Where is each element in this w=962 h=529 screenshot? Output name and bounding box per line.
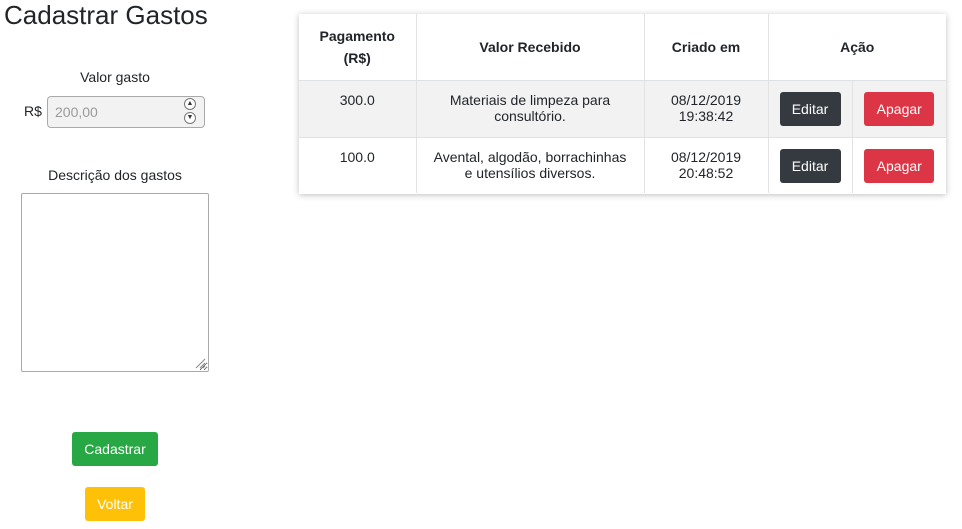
header-criado: Criado em — [644, 14, 769, 81]
voltar-button[interactable]: Voltar — [85, 487, 145, 521]
editar-button[interactable]: Editar — [779, 91, 841, 126]
header-acao: Ação — [768, 14, 946, 81]
descricao-label: Descrição dos gastos — [48, 167, 182, 183]
cell-valor-line1: Materiais de limpeza para — [449, 91, 611, 108]
descricao-textarea[interactable] — [21, 193, 209, 372]
cell-pagamento: 100.0 — [299, 136, 417, 193]
cell-edit: Editar — [768, 136, 853, 193]
apagar-button[interactable]: Apagar — [864, 148, 935, 183]
cell-valor: Materiais de limpeza para consultório. — [416, 79, 645, 137]
currency-prefix: R$ — [24, 103, 42, 119]
expenses-table: Pagamento (R$) Valor Recebido Criado em … — [299, 14, 946, 194]
table-header-row: Pagamento (R$) Valor Recebido Criado em … — [299, 14, 946, 81]
cell-delete: Apagar — [852, 136, 946, 193]
header-pagamento: Pagamento (R$) — [299, 14, 417, 81]
header-valor: Valor Recebido — [416, 14, 645, 81]
table-row: 100.0 Avental, algodão, borrachinhas e u… — [299, 136, 946, 193]
cell-valor-line2: e utensílios diversos. — [464, 164, 596, 181]
cell-hora: 20:48:52 — [678, 164, 734, 181]
cadastrar-button[interactable]: Cadastrar — [72, 432, 158, 466]
cell-valor-line1: Avental, algodão, borrachinhas — [433, 148, 627, 165]
editar-button[interactable]: Editar — [779, 148, 841, 183]
cell-data: 08/12/2019 — [670, 148, 742, 165]
cell-criado: 08/12/2019 19:38:42 — [644, 79, 769, 137]
cell-valor: Avental, algodão, borrachinhas e utensíl… — [416, 136, 645, 193]
cell-criado: 08/12/2019 20:48:52 — [644, 136, 769, 193]
cell-hora: 19:38:42 — [678, 107, 734, 124]
number-spinner[interactable]: ▲ ▼ — [184, 98, 198, 125]
valor-gasto-input[interactable] — [47, 96, 205, 128]
cell-delete: Apagar — [852, 79, 946, 137]
cell-pagamento: 300.0 — [299, 79, 417, 137]
page-title: Cadastrar Gastos — [4, 0, 208, 30]
valor-gasto-label: Valor gasto — [80, 69, 150, 85]
cell-valor-line2: consultório. — [494, 107, 566, 124]
table-row: 300.0 Materiais de limpeza para consultó… — [299, 79, 946, 137]
chevron-down-icon[interactable]: ▼ — [184, 112, 196, 124]
header-pagamento-line2: (R$) — [343, 49, 371, 66]
resize-grip-icon[interactable] — [194, 357, 206, 369]
cell-data: 08/12/2019 — [670, 91, 742, 108]
cell-edit: Editar — [768, 79, 853, 137]
expenses-table-grid: Pagamento (R$) Valor Recebido Criado em … — [299, 14, 946, 193]
apagar-button[interactable]: Apagar — [864, 91, 935, 126]
header-pagamento-line1: Pagamento — [319, 27, 395, 44]
chevron-up-icon[interactable]: ▲ — [184, 98, 196, 110]
